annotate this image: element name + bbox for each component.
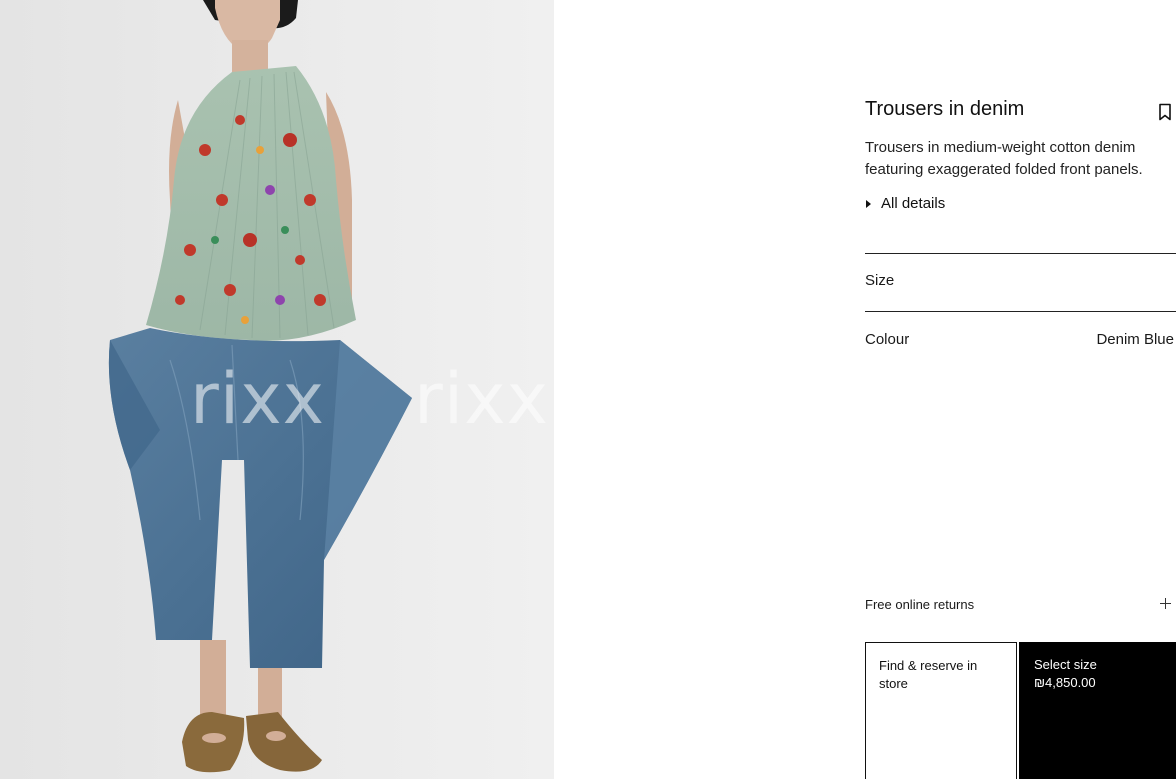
product-page: rixx rixx Trousers in denim Trousers in …: [0, 0, 1176, 779]
product-image[interactable]: rixx rixx: [0, 0, 554, 779]
select-size-button[interactable]: Select size ₪4,850.00: [1019, 642, 1176, 779]
size-label: Size: [865, 272, 895, 289]
product-description: Trousers in medium-weight cotton denim f…: [865, 139, 1143, 178]
select-size-label: Select size: [1034, 657, 1097, 672]
product-price: ₪4,850.00: [1034, 675, 1096, 690]
size-selector[interactable]: Size: [865, 254, 1176, 311]
product-details-panel: Trousers in denim Trousers in medium-wei…: [865, 0, 1176, 779]
colour-label: Colour: [865, 331, 910, 348]
free-returns-toggle[interactable]: Free online returns: [865, 592, 1176, 618]
free-returns-label: Free online returns: [865, 597, 975, 612]
plus-icon: [1160, 598, 1171, 609]
colour-value: Denim Blue: [1096, 331, 1174, 348]
find-reserve-label: Find & reserve in store: [879, 658, 978, 691]
colour-row: Colour Denim Blue: [865, 312, 1176, 368]
bookmark-icon[interactable]: [1158, 103, 1172, 121]
find-reserve-in-store-button[interactable]: Find & reserve in store: [865, 642, 1017, 779]
all-details-label: All details: [881, 195, 946, 212]
model-photo: [0, 0, 554, 779]
product-title: Trousers in denim: [865, 98, 1025, 120]
triangle-right-icon: [866, 199, 871, 208]
all-details-toggle[interactable]: All details: [865, 195, 945, 212]
